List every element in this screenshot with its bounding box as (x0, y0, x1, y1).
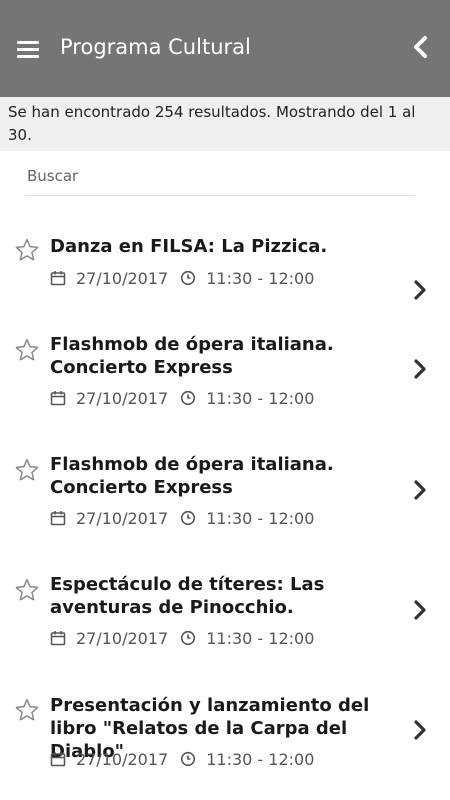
event-time: 11:30 - 12:00 (206, 628, 315, 648)
event-title: Flashmob de ópera italiana. Concierto Ex… (50, 334, 334, 378)
list-item[interactable]: Flashmob de ópera italiana. Concierto Ex… (0, 330, 450, 450)
event-date: 27/10/2017 (76, 508, 169, 528)
list-item[interactable]: Danza en FILSA: La Pizzica. 27/10/2017 1… (0, 230, 450, 330)
clock-icon (180, 510, 196, 526)
chevron-right-icon (412, 478, 428, 502)
event-time: 11:30 - 12:00 (206, 268, 315, 288)
event-time: 11:30 - 12:00 (206, 749, 315, 769)
calendar-icon (50, 510, 66, 526)
chevron-right-icon (412, 357, 428, 381)
star-icon[interactable] (14, 457, 40, 483)
event-title: Espectáculo de títeres: Las aventuras de… (50, 574, 325, 618)
app-bar: Programa Cultural (0, 0, 450, 97)
event-date: 27/10/2017 (76, 388, 169, 408)
star-icon[interactable] (14, 337, 40, 363)
event-meta: 27/10/2017 11:30 - 12:00 (50, 748, 314, 770)
event-date: 27/10/2017 (76, 628, 169, 648)
list-item[interactable]: Flashmob de ópera italiana. Concierto Ex… (0, 450, 450, 570)
event-meta: 27/10/2017 11:30 - 12:00 (50, 387, 314, 409)
clock-icon (180, 390, 196, 406)
clock-icon (180, 630, 196, 646)
event-date: 27/10/2017 (76, 268, 169, 288)
event-time: 11:30 - 12:00 (206, 388, 315, 408)
page-title: Programa Cultural (60, 35, 251, 59)
event-meta: 27/10/2017 11:30 - 12:00 (50, 267, 314, 289)
event-date: 27/10/2017 (76, 749, 169, 769)
chevron-right-icon (412, 278, 428, 302)
star-icon[interactable] (14, 697, 40, 723)
star-icon[interactable] (14, 577, 40, 603)
list-item[interactable]: Espectáculo de títeres: Las aventuras de… (0, 570, 450, 690)
calendar-icon (50, 270, 66, 286)
search-input[interactable] (25, 163, 419, 189)
event-title: Danza en FILSA: La Pizzica. (50, 236, 328, 257)
event-meta: 27/10/2017 11:30 - 12:00 (50, 627, 314, 649)
calendar-icon (50, 630, 66, 646)
calendar-icon (50, 390, 66, 406)
hamburger-menu-icon[interactable] (13, 34, 43, 64)
chevron-right-icon (412, 718, 428, 742)
star-icon[interactable] (14, 237, 40, 263)
search-bar (25, 163, 419, 196)
calendar-icon (50, 751, 66, 767)
clock-icon (180, 751, 196, 767)
event-meta: 27/10/2017 11:30 - 12:00 (50, 507, 314, 529)
event-time: 11:30 - 12:00 (206, 508, 315, 528)
clock-icon (180, 270, 196, 286)
results-summary: Se han encontrado 254 resultados. Mostra… (0, 97, 450, 151)
list-item[interactable]: Presentación y lanzamiento del libro "Re… (0, 690, 450, 800)
chevron-right-icon (412, 598, 428, 622)
event-title: Flashmob de ópera italiana. Concierto Ex… (50, 454, 334, 498)
back-chevron-icon[interactable] (408, 32, 434, 62)
